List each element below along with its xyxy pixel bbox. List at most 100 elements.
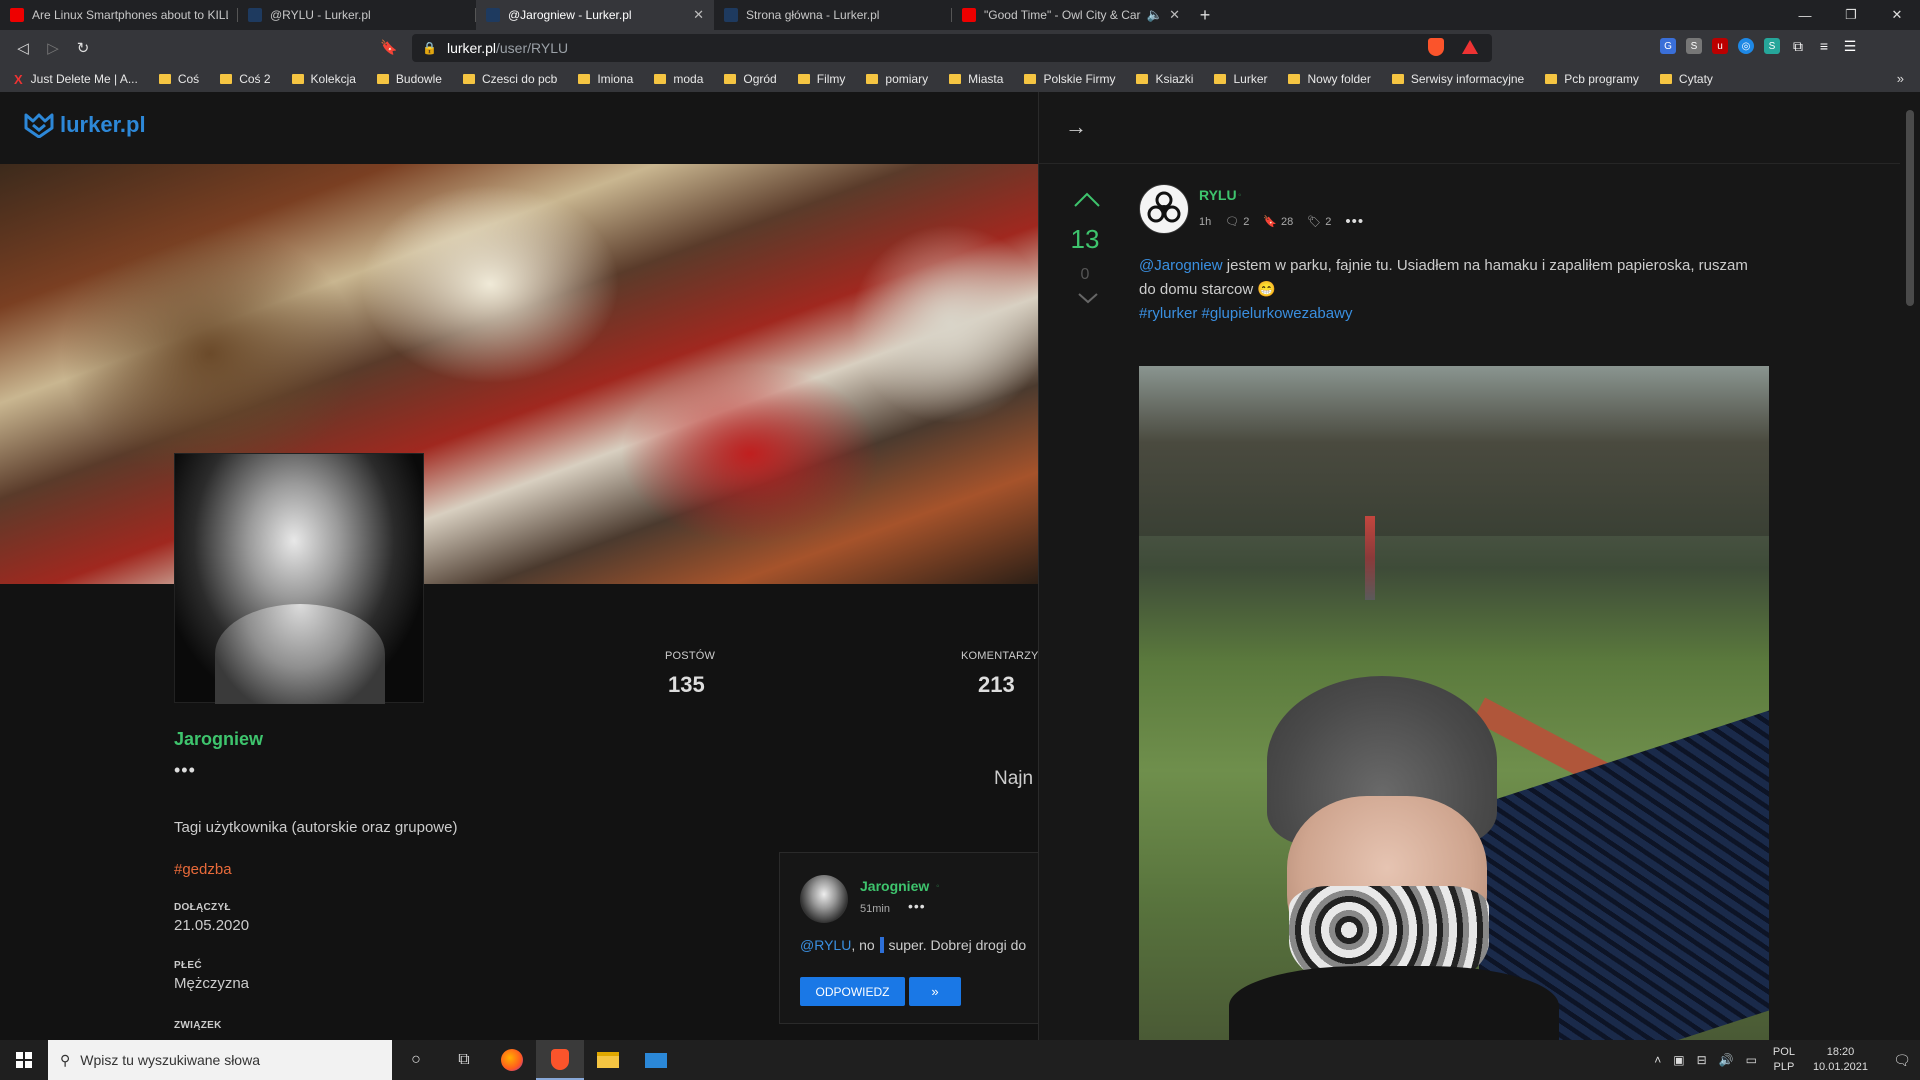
restore-icon[interactable]: ❐ bbox=[1828, 0, 1874, 30]
post-author-avatar[interactable] bbox=[1139, 184, 1189, 234]
ublock-icon[interactable]: u bbox=[1712, 38, 1728, 54]
close-window-icon[interactable]: ✕ bbox=[1874, 0, 1920, 30]
comment-author[interactable]: Jarogniew bbox=[860, 878, 929, 894]
more-options-button[interactable]: » bbox=[909, 977, 961, 1006]
tab-linux-smartphones[interactable]: Are Linux Smartphones about to KILL bbox=[0, 0, 238, 30]
s2-extension-icon[interactable]: S bbox=[1764, 38, 1780, 54]
bookmark-folder[interactable]: pomiary bbox=[866, 72, 928, 86]
clock[interactable]: 18:20 10.01.2021 bbox=[1813, 1045, 1868, 1075]
post-more-icon[interactable]: ••• bbox=[1345, 213, 1364, 230]
comment-more-icon[interactable]: ••• bbox=[908, 898, 926, 914]
scrollbar-thumb[interactable] bbox=[1906, 110, 1914, 306]
profile-more-icon[interactable]: ••• bbox=[174, 760, 196, 781]
bookmark-folder[interactable]: moda bbox=[654, 72, 703, 86]
comment-text[interactable]: @RYLU, no super. Dobrej drogi do bbox=[800, 937, 1026, 953]
bookmark-folder[interactable]: Kolekcja bbox=[291, 72, 356, 86]
brave-shields-icon[interactable] bbox=[1428, 38, 1444, 56]
firefox-icon[interactable] bbox=[488, 1040, 536, 1080]
menu-icon[interactable]: ☰ bbox=[1842, 38, 1858, 54]
scrollbar[interactable] bbox=[1900, 92, 1920, 1040]
downvote-icon[interactable] bbox=[1077, 292, 1099, 304]
new-tab-button[interactable]: + bbox=[1190, 0, 1220, 30]
back-icon[interactable]: ◁ bbox=[8, 39, 38, 57]
reply-button[interactable]: ODPOWIEDZ bbox=[800, 977, 905, 1006]
user-tag-link[interactable]: #gedzba bbox=[174, 861, 232, 878]
brave-icon[interactable] bbox=[536, 1040, 584, 1080]
bookmark-folder[interactable]: Pcb programy bbox=[1545, 72, 1639, 86]
tab-strona-glowna[interactable]: Strona główna - Lurker.pl bbox=[714, 0, 952, 30]
upvote-icon[interactable] bbox=[1073, 192, 1101, 208]
comments-count: 213 bbox=[978, 672, 1015, 697]
tab-jarogniew[interactable]: @Jarogniew - Lurker.pl ✕ bbox=[476, 0, 714, 30]
bookmark-folder[interactable]: Serwisy informacyjne bbox=[1391, 72, 1524, 86]
battery-icon[interactable]: ▭ bbox=[1746, 1053, 1757, 1067]
bookmark-folder[interactable]: Budowle bbox=[376, 72, 442, 86]
s-extension-icon[interactable]: S bbox=[1686, 38, 1702, 54]
bookmark-folder[interactable]: Lurker bbox=[1214, 72, 1267, 86]
address-bar[interactable]: 🔒 lurker.pl /user/RYLU bbox=[412, 34, 1492, 62]
task-view-icon[interactable]: ⧉ bbox=[440, 1040, 488, 1080]
tab-rylu[interactable]: @RYLU - Lurker.pl bbox=[238, 0, 476, 30]
bookmark-page-icon[interactable]: 🔖 bbox=[380, 39, 397, 56]
network-icon[interactable]: ⊟ bbox=[1697, 1053, 1707, 1067]
bookmark-folder[interactable]: Czesci do pcb bbox=[462, 72, 557, 86]
cortana-icon[interactable]: ○ bbox=[392, 1040, 440, 1080]
bookmark-folder[interactable]: Filmy bbox=[797, 72, 845, 86]
taskbar-search-input[interactable]: ⚲ Wpisz tu wyszukiwane słowa bbox=[48, 1040, 392, 1080]
close-tab-icon[interactable]: ✕ bbox=[693, 7, 704, 23]
playlist-icon[interactable]: ≡ bbox=[1816, 38, 1832, 54]
sort-dropdown[interactable]: Najn bbox=[994, 768, 1033, 790]
post-mention[interactable]: @Jarogniew bbox=[1139, 257, 1223, 274]
translate-extension-icon[interactable]: G bbox=[1660, 38, 1676, 54]
bookmark-icon: 🔖 bbox=[1263, 216, 1278, 228]
post-tag[interactable]: #rylurker bbox=[1139, 305, 1197, 322]
bookmark-folder[interactable]: Coś bbox=[158, 72, 199, 86]
meet-now-icon[interactable]: ▣ bbox=[1673, 1053, 1684, 1067]
forward-icon[interactable]: ▷ bbox=[38, 39, 68, 57]
bookmark-folder[interactable]: Coś 2 bbox=[220, 72, 271, 86]
brave-rewards-icon[interactable] bbox=[1462, 40, 1478, 54]
close-tab-icon[interactable]: ✕ bbox=[1169, 7, 1180, 23]
bookmark-folder[interactable]: Miasta bbox=[949, 72, 1003, 86]
relationship-label: ZWIĄZEK bbox=[174, 1020, 222, 1031]
bookmark-folder[interactable]: Cytaty bbox=[1659, 72, 1713, 86]
bookmark-folder[interactable]: Imiona bbox=[578, 72, 633, 86]
speaker-icon[interactable]: 🔈 bbox=[1147, 7, 1163, 23]
language-indicator[interactable]: POL PLP bbox=[1773, 1045, 1795, 1075]
post-author[interactable]: RYLU bbox=[1199, 187, 1237, 203]
bookmark-folder[interactable]: Ksiazki bbox=[1136, 72, 1193, 86]
volume-icon[interactable]: 🔊 bbox=[1719, 1053, 1734, 1067]
page-content: lurker.pl POSTÓW 135 KOMENTARZY 213 Jaro… bbox=[0, 92, 1920, 1040]
bookmark-folder[interactable]: Ogród bbox=[724, 72, 777, 86]
circle-extension-icon[interactable]: ◎ bbox=[1738, 38, 1754, 54]
site-header: lurker.pl bbox=[0, 92, 1038, 164]
shares-count-item[interactable]: 🏷 2 bbox=[1307, 215, 1331, 229]
notification-icon[interactable]: 🗨 bbox=[1884, 1052, 1920, 1069]
bookmarks-overflow-button[interactable]: » bbox=[1897, 71, 1904, 86]
bookmarks-count-item[interactable]: 🔖 28 bbox=[1263, 215, 1293, 229]
comment-avatar[interactable] bbox=[800, 875, 848, 923]
taskbar: ⚲ Wpisz tu wyszukiwane słowa ○ ⧉ ˄ ▣ ⊟ 🔊… bbox=[0, 1040, 1920, 1080]
lurker-icon bbox=[486, 8, 500, 22]
comment-mention[interactable]: @RYLU bbox=[800, 937, 851, 953]
puzzle-icon[interactable]: ⧉ bbox=[1790, 38, 1806, 54]
chevron-up-icon[interactable]: ˄ bbox=[1654, 1053, 1661, 1067]
grin-emoji-icon: 😁 bbox=[1257, 281, 1277, 298]
reload-icon[interactable]: ↻ bbox=[68, 39, 98, 57]
tab-good-time[interactable]: "Good Time" - Owl City & Carly Ra 🔈 ✕ bbox=[952, 0, 1190, 30]
post-tag[interactable]: #glupielurkowezabawy bbox=[1202, 305, 1353, 322]
bookmark-item[interactable]: X Just Delete Me | A... bbox=[14, 72, 138, 87]
post-image[interactable] bbox=[1139, 366, 1769, 1040]
bookmark-folder[interactable]: Nowy folder bbox=[1288, 72, 1371, 86]
comments-count-item[interactable]: 🗨 2 bbox=[1225, 215, 1249, 229]
folder-icon bbox=[1136, 74, 1149, 84]
bookmark-folder[interactable]: Polskie Firmy bbox=[1024, 72, 1115, 86]
arrow-right-icon[interactable]: → bbox=[1065, 114, 1087, 140]
mail-icon[interactable] bbox=[632, 1040, 680, 1080]
file-explorer-icon[interactable] bbox=[584, 1040, 632, 1080]
online-indicator-icon: ◦ bbox=[936, 881, 940, 892]
minimize-icon[interactable]: — bbox=[1782, 0, 1828, 30]
start-button[interactable] bbox=[0, 1040, 48, 1080]
profile-banner-image bbox=[0, 164, 1038, 584]
site-logo[interactable]: lurker.pl bbox=[24, 112, 146, 138]
